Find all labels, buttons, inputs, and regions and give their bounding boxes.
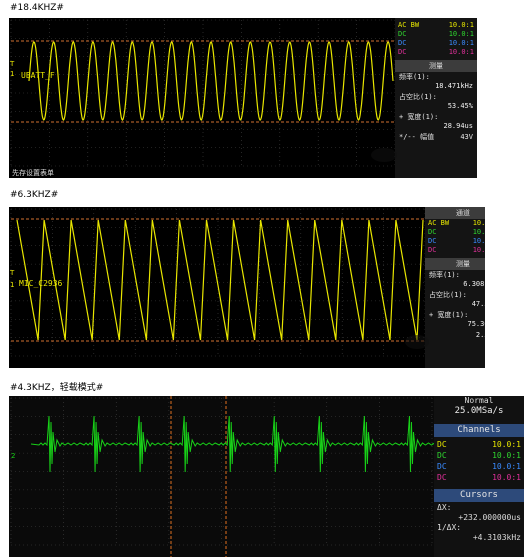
sample-rate: 25.0MSa/s	[454, 406, 504, 416]
oscilloscope-screen-1: UBATT_F 1 T 先存设置表单 AC BW 10.0:1 DC 10.0:1 DC…	[9, 18, 477, 178]
scope1-channel-row-3[interactable]: DC 10.0:1	[395, 39, 477, 48]
caption-6khz: #6.3KHZ#	[10, 190, 59, 200]
channel-coupling-label: DC	[428, 246, 437, 254]
channel-probe-ratio: 10.0:1	[472, 237, 485, 245]
channel-probe-ratio: 10.0:1	[472, 246, 485, 254]
waveform-display-1	[10, 19, 396, 167]
channel-probe-ratio: 10.0:1	[492, 462, 521, 471]
scope1-channel-row-4[interactable]: DC 10.0:1	[395, 48, 477, 57]
caption-18khz: #18.4KHZ#	[10, 3, 64, 13]
waveform-trace-3	[30, 415, 434, 473]
measurement-value: 6.308kHz	[463, 280, 485, 288]
measure-header-1[interactable]: 测量	[395, 60, 477, 72]
scope3-channel-row-3[interactable]: DC 10.0:1	[434, 461, 524, 472]
channel-coupling-label: DC	[437, 462, 447, 471]
channel-coupling-label: AC BW	[428, 219, 450, 227]
waveform-trace-2	[16, 219, 424, 341]
scope2-channel-row-1[interactable]: AC BW 10.0:1	[425, 219, 485, 228]
oscilloscope-screen-2: MIC_C2936 1 T 通道 AC BW 10.0:1 DC 10.0:1 DC 10…	[9, 207, 485, 368]
side-panel-3: Normal 25.0MSa/s Channels DC 10.0:1 DC 10.0…	[434, 396, 524, 557]
cursors-header-3[interactable]: Cursors	[434, 489, 524, 502]
channel-coupling-label: DC	[398, 48, 407, 56]
channel-probe-ratio: 10.0:1	[448, 30, 474, 38]
status-bar-1: 先存设置表单	[12, 169, 54, 177]
measurement-label: + 宽度(1):	[399, 113, 439, 121]
scope1-measurement-3[interactable]: + 宽度(1): 28.94us	[395, 112, 477, 132]
measure-last-value-2: 2.33V	[475, 331, 485, 339]
channel-coupling-label: DC	[398, 30, 407, 38]
waveform-display-2	[10, 208, 426, 357]
caption-4khz: #4.3KHZ，轻载模式#	[10, 383, 104, 393]
channel-coupling-label: DC	[437, 451, 447, 460]
channel-label-1: UBATT_F	[21, 71, 55, 80]
channel-probe-ratio: 10.0:1	[492, 451, 521, 460]
measure-header-2[interactable]: 测量	[425, 258, 485, 270]
image-blur	[371, 148, 397, 162]
scope1-channel-row-2[interactable]: DC 10.0:1	[395, 30, 477, 39]
channel-probe-ratio: 10.0:1	[448, 39, 474, 47]
measurement-value: 18.471kHz	[435, 82, 473, 90]
scope2-channel-row-3[interactable]: DC 10.0:1	[425, 237, 485, 246]
channel-coupling-label: DC	[437, 440, 447, 449]
scope3-channel-row-2[interactable]: DC 10.0:1	[434, 450, 524, 461]
inv-delta-x-label: 1/ΔX:	[437, 523, 462, 532]
channels-header-3[interactable]: Channels	[434, 424, 524, 437]
side-panel-2: 通道 AC BW 10.0:1 DC 10.0:1 DC 10.0:1 DC 10.0:1 测…	[425, 207, 485, 368]
trigger-marker-1[interactable]: T	[10, 60, 14, 68]
channels-header-2[interactable]: 通道	[425, 207, 485, 219]
side-panel-1: AC BW 10.0:1 DC 10.0:1 DC 10.0:1 DC 10.0:1 测量 频…	[395, 18, 477, 178]
measurement-value: 53.45%	[447, 102, 473, 110]
channel-coupling-label: DC	[398, 39, 407, 47]
partial-measure-label-1: */-- 幅值	[399, 133, 435, 141]
channel-marker-2[interactable]: 1	[10, 281, 14, 289]
channel-label-2: MIC_C2936	[19, 279, 63, 288]
channel-probe-ratio: 10.0:1	[492, 473, 521, 482]
measurement-label: 频率(1):	[399, 73, 430, 81]
measurement-label: 占空比(1):	[429, 291, 467, 299]
channel-probe-ratio: 10.0:1	[472, 219, 485, 227]
channel-marker-1[interactable]: 1	[10, 70, 14, 78]
measurement-label: + 宽度(1):	[429, 311, 469, 319]
oscilloscope-screen-3: 2 Normal 25.0MSa/s Channels DC 10.0:1 DC 10…	[9, 396, 524, 557]
scope2-measurement-2[interactable]: 占空比(1): 47.54%	[425, 290, 485, 310]
scope1-channel-row-1[interactable]: AC BW 10.0:1	[395, 21, 477, 30]
waveform-trace-1	[28, 41, 394, 121]
delta-x-label: ΔX:	[437, 503, 452, 512]
image-blur	[405, 335, 429, 349]
scope3-channel-row-4[interactable]: DC 10.0:1	[434, 472, 524, 483]
scope2-channel-row-4[interactable]: DC 10.0:1	[425, 246, 485, 255]
channel-coupling-label: DC	[428, 228, 437, 236]
partial-measure-value-1: 43V	[460, 133, 473, 141]
measurement-value: 47.54%	[471, 300, 485, 308]
channel-coupling-label: AC BW	[398, 21, 420, 29]
scope1-measurement-1[interactable]: 频率(1): 18.471kHz	[395, 72, 477, 92]
trigger-marker-2[interactable]: T	[10, 269, 14, 277]
channel-coupling-label: DC	[437, 473, 447, 482]
measurement-label: 频率(1):	[429, 271, 460, 279]
waveform-display-3	[10, 396, 434, 557]
measurement-label: 占空比(1):	[399, 93, 437, 101]
scope1-measurement-2[interactable]: 占空比(1): 53.45%	[395, 92, 477, 112]
scope2-channel-row-2[interactable]: DC 10.0:1	[425, 228, 485, 237]
acq-mode: Normal	[464, 396, 494, 405]
scope2-measurement-1[interactable]: 频率(1):6.308kHz	[425, 270, 485, 290]
inv-delta-x-value: +4.3103kHz	[472, 533, 521, 542]
measurement-value: 75.36us	[467, 320, 485, 328]
channel-coupling-label: DC	[428, 237, 437, 245]
scope2-measurement-3[interactable]: + 宽度(1):75.36us	[425, 310, 485, 330]
measurement-value: 28.94us	[443, 122, 473, 130]
channel-probe-ratio: 10.0:1	[448, 48, 474, 56]
scope3-channel-row-1[interactable]: DC 10.0:1	[434, 439, 524, 450]
channel-marker-3[interactable]: 2	[11, 452, 15, 460]
channel-probe-ratio: 10.0:1	[448, 21, 474, 29]
channel-probe-ratio: 10.0:1	[472, 228, 485, 236]
delta-x-value: +232.000000us	[458, 513, 521, 522]
channel-probe-ratio: 10.0:1	[492, 440, 521, 449]
